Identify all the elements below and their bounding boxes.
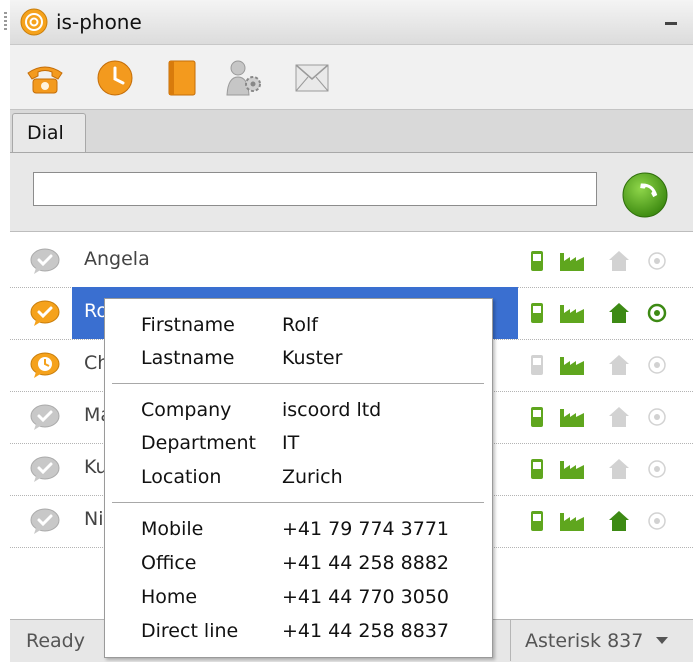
chevron-down-icon[interactable] bbox=[656, 637, 668, 645]
office-value: +41 44 258 8882 bbox=[282, 552, 450, 574]
office-status-icon[interactable] bbox=[558, 457, 586, 481]
contact-name: Ni bbox=[84, 508, 104, 530]
direct-line-label: Direct line bbox=[141, 620, 239, 642]
divider bbox=[112, 502, 484, 503]
mobile-status-icon[interactable] bbox=[526, 353, 548, 377]
department-value: IT bbox=[282, 432, 300, 454]
office-status-icon[interactable] bbox=[558, 353, 586, 377]
presence-bubble-icon bbox=[30, 404, 60, 430]
office-status-icon[interactable] bbox=[558, 249, 586, 273]
presence-bubble-icon bbox=[30, 300, 60, 326]
dial-input[interactable] bbox=[33, 172, 597, 206]
direct-line-status-icon[interactable] bbox=[646, 457, 668, 481]
presence-bubble-icon bbox=[30, 248, 60, 274]
direct-line-status-icon[interactable] bbox=[646, 353, 668, 377]
home-status-icon[interactable] bbox=[608, 353, 630, 377]
home-status-icon[interactable] bbox=[608, 301, 630, 325]
direct-line-status-icon[interactable] bbox=[646, 249, 668, 273]
home-status-icon[interactable] bbox=[608, 509, 630, 533]
office-status-icon[interactable] bbox=[558, 405, 586, 429]
mobile-status-icon[interactable] bbox=[526, 301, 548, 325]
firstname-value: Rolf bbox=[282, 314, 318, 336]
home-status-icon[interactable] bbox=[608, 457, 630, 481]
direct-line-status-icon[interactable] bbox=[646, 301, 668, 325]
addressbook-icon[interactable] bbox=[160, 57, 202, 99]
at-sign-logo-icon bbox=[20, 8, 48, 36]
app-title: is-phone bbox=[56, 10, 142, 34]
tab-dial-label: Dial bbox=[27, 122, 64, 144]
status-text: Ready bbox=[26, 630, 85, 652]
toolbar bbox=[10, 45, 693, 109]
phone-icon[interactable] bbox=[24, 57, 66, 99]
tab-dial[interactable]: Dial bbox=[12, 113, 86, 154]
lastname-value: Kuster bbox=[282, 347, 343, 369]
mobile-value: +41 79 774 3771 bbox=[282, 518, 450, 540]
mobile-label: Mobile bbox=[141, 518, 204, 540]
presence-bubble-icon bbox=[30, 508, 60, 534]
contact-name: Angela bbox=[84, 248, 150, 270]
presence-bubble-icon bbox=[30, 456, 60, 482]
envelope-icon[interactable] bbox=[290, 57, 332, 99]
call-button[interactable] bbox=[622, 172, 668, 218]
home-status-icon[interactable] bbox=[608, 405, 630, 429]
home-status-icon[interactable] bbox=[608, 249, 630, 273]
company-label: Company bbox=[141, 399, 232, 421]
direct-line-status-icon[interactable] bbox=[646, 405, 668, 429]
presence-clock-icon bbox=[30, 352, 60, 378]
divider bbox=[112, 383, 484, 384]
home-value: +41 44 770 3050 bbox=[282, 586, 450, 608]
minimize-icon[interactable] bbox=[662, 14, 680, 30]
office-label: Office bbox=[141, 552, 197, 574]
home-label: Home bbox=[141, 586, 198, 608]
mobile-status-icon[interactable] bbox=[526, 405, 548, 429]
location-label: Location bbox=[141, 466, 222, 488]
mobile-status-icon[interactable] bbox=[526, 249, 548, 273]
contact-row[interactable]: Angela bbox=[10, 235, 693, 288]
location-value: Zurich bbox=[282, 466, 343, 488]
tab-strip bbox=[10, 109, 693, 152]
direct-line-value: +41 44 258 8837 bbox=[282, 620, 450, 642]
lastname-label: Lastname bbox=[141, 347, 235, 369]
user-settings-icon[interactable] bbox=[222, 57, 264, 99]
drag-grip[interactable] bbox=[4, 12, 7, 32]
server-select-label: Asterisk 837 bbox=[525, 630, 644, 652]
mobile-status-icon[interactable] bbox=[526, 457, 548, 481]
office-status-icon[interactable] bbox=[558, 509, 586, 533]
department-label: Department bbox=[141, 432, 256, 454]
mobile-status-icon[interactable] bbox=[526, 509, 548, 533]
direct-line-status-icon[interactable] bbox=[646, 509, 668, 533]
firstname-label: Firstname bbox=[141, 314, 235, 336]
clock-history-icon[interactable] bbox=[94, 57, 136, 99]
company-value: iscoord ltd bbox=[282, 399, 382, 421]
office-status-icon[interactable] bbox=[558, 301, 586, 325]
